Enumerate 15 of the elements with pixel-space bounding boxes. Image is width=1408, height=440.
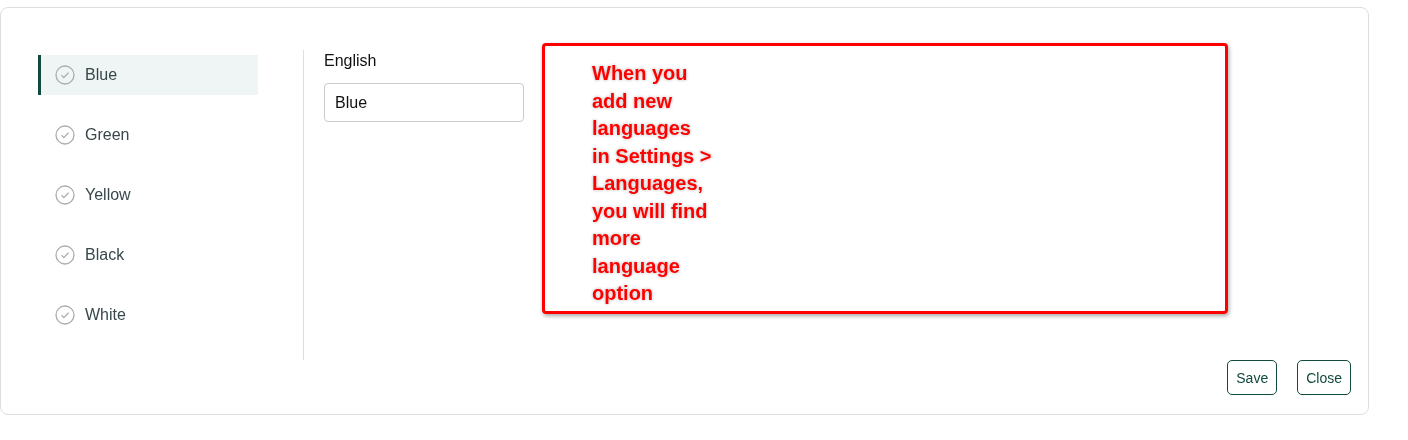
save-button[interactable]: Save bbox=[1227, 360, 1278, 395]
sidebar-item[interactable]: Black bbox=[38, 235, 258, 275]
sidebar-item[interactable]: Green bbox=[38, 115, 258, 155]
sidebar-item[interactable]: Yellow bbox=[38, 175, 258, 215]
language-label: English bbox=[324, 52, 378, 70]
check-circle-icon bbox=[55, 305, 75, 325]
sidebar-item[interactable]: White bbox=[38, 295, 258, 335]
sidebar-item[interactable]: Blue bbox=[38, 55, 258, 95]
check-circle-icon bbox=[55, 245, 75, 265]
check-circle-icon bbox=[55, 185, 75, 205]
check-circle-icon bbox=[55, 65, 75, 85]
input-field[interactable]: Blue bbox=[324, 83, 524, 122]
close-button[interactable]: Close bbox=[1297, 360, 1351, 395]
annotation-text: When you add new languages in Settings > Languages, you will find more language option bbox=[592, 61, 713, 306]
check-circle-icon bbox=[55, 125, 75, 145]
